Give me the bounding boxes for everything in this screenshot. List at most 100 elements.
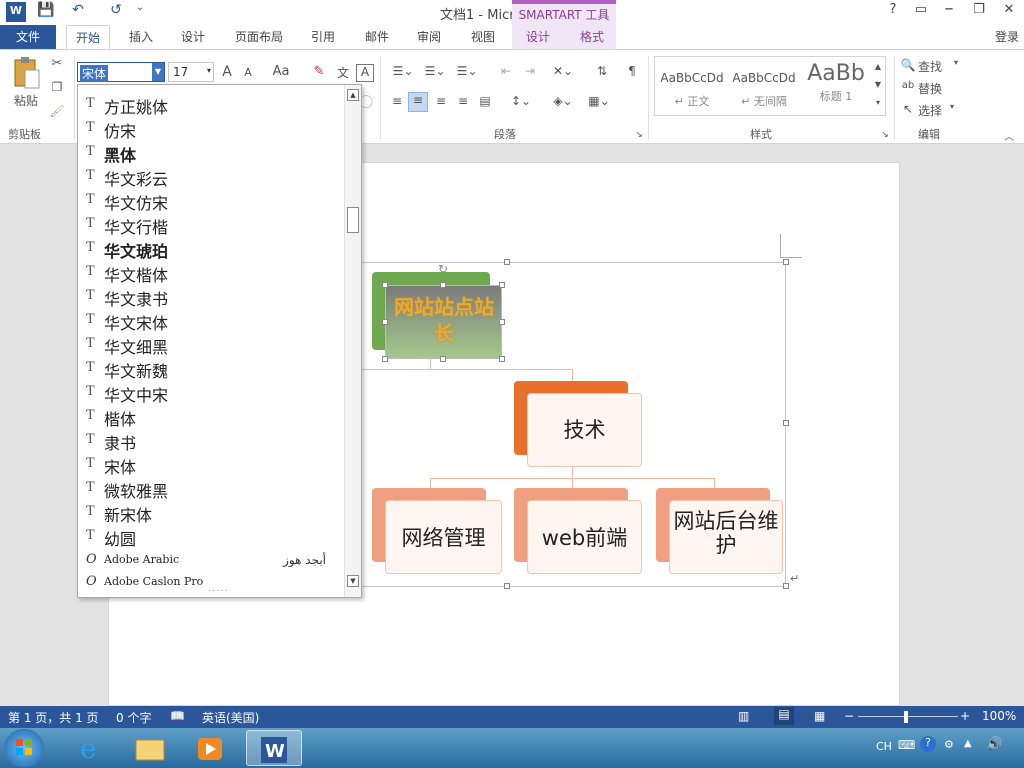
- minimize-button[interactable]: –: [936, 0, 962, 19]
- status-page[interactable]: 第 1 页，共 1 页: [8, 709, 99, 726]
- align-center-icon[interactable]: ≡: [408, 92, 428, 112]
- font-size-value[interactable]: 17: [173, 65, 188, 79]
- font-size-dropdown-icon[interactable]: ▾: [207, 66, 211, 75]
- grow-font-icon[interactable]: A: [218, 64, 236, 80]
- font-list-item[interactable]: T 方正姚体: [78, 93, 346, 117]
- replace-icon[interactable]: ab: [900, 80, 916, 91]
- print-layout-icon[interactable]: ▤: [774, 707, 794, 725]
- find-dropdown-icon[interactable]: ▾: [952, 58, 960, 67]
- justify-icon[interactable]: ≡: [454, 94, 472, 108]
- distribute-icon[interactable]: ▤: [476, 94, 494, 108]
- font-list-item[interactable]: T 华文新魏: [78, 357, 346, 381]
- font-list-item[interactable]: T 华文楷体: [78, 261, 346, 285]
- shrink-font-icon[interactable]: A: [240, 66, 256, 79]
- tray-help-icon[interactable]: ?: [920, 736, 936, 752]
- font-size-combo[interactable]: 17 ▾: [168, 62, 214, 82]
- collapse-ribbon-icon[interactable]: ︿: [1002, 128, 1016, 143]
- sort-icon[interactable]: ⇅: [592, 64, 612, 78]
- rotate-handle-icon[interactable]: ↻: [438, 262, 448, 276]
- font-list-item[interactable]: T 仿宋: [78, 117, 346, 141]
- phonetic-icon[interactable]: 文: [334, 64, 352, 81]
- style-heading1[interactable]: AaBb 标题 1: [800, 59, 872, 113]
- proofing-icon[interactable]: 📖: [170, 709, 185, 723]
- volume-icon[interactable]: 🔊: [986, 737, 1002, 752]
- start-button[interactable]: [4, 729, 44, 767]
- font-list-item[interactable]: T 华文彩云: [78, 165, 346, 189]
- select-icon[interactable]: ↖: [900, 102, 916, 116]
- line-spacing-icon[interactable]: ↕⌄: [506, 94, 536, 108]
- tab-references[interactable]: 引用: [302, 25, 344, 49]
- tab-home[interactable]: 开始: [66, 25, 110, 49]
- cut-icon[interactable]: ✂: [48, 56, 66, 71]
- scroll-up-icon[interactable]: ▲: [347, 89, 359, 101]
- shading-icon[interactable]: ◈⌄: [548, 94, 578, 108]
- char-border-icon[interactable]: A: [356, 64, 374, 82]
- read-mode-icon[interactable]: ▥: [738, 709, 749, 723]
- keyboard-icon[interactable]: ⌨: [898, 738, 915, 752]
- close-button[interactable]: ✕: [996, 2, 1022, 22]
- tab-smartart-design[interactable]: 设计: [516, 25, 560, 49]
- numbering-icon[interactable]: ☰⌄: [420, 64, 450, 78]
- borders-icon[interactable]: ▦⌄: [584, 94, 614, 108]
- help-button[interactable]: ?: [880, 2, 906, 22]
- tab-file[interactable]: 文件: [0, 25, 56, 49]
- scroll-thumb[interactable]: [347, 207, 359, 233]
- tab-insert[interactable]: 插入: [120, 25, 162, 49]
- font-list-item[interactable]: O Adobe Arabic أبجد هوز: [78, 549, 346, 573]
- status-language[interactable]: 英语(美国): [202, 709, 259, 726]
- font-list-item[interactable]: T 华文琥珀: [78, 237, 346, 261]
- clear-format-icon[interactable]: ✎: [310, 64, 328, 79]
- multilevel-list-icon[interactable]: ☰⌄: [452, 64, 482, 78]
- font-list-item[interactable]: T 华文行楷: [78, 213, 346, 237]
- restore-button[interactable]: ❐: [966, 2, 992, 22]
- font-dropdown-list[interactable]: T 方正姚体 T 仿宋 T 黑体 T 华文彩云 T 华文仿宋 T 华文行楷 T 华文琥珀 T 华文楷体 T 华文隶…: [77, 84, 362, 598]
- tab-mailings[interactable]: 邮件: [356, 25, 398, 49]
- zoom-slider[interactable]: [858, 716, 958, 717]
- zoom-in-button[interactable]: +: [960, 709, 970, 723]
- zoom-slider-thumb[interactable]: [904, 711, 908, 723]
- font-list-item[interactable]: T 华文宋体: [78, 309, 346, 333]
- font-list-item[interactable]: T 黑体: [78, 141, 346, 165]
- tray-settings-icon[interactable]: ⚙: [944, 738, 954, 751]
- smartart-node-b1-text[interactable]: 网络管理: [385, 522, 502, 552]
- font-list-item[interactable]: T 华文细黑: [78, 333, 346, 357]
- bullets-icon[interactable]: ☰⌄: [388, 64, 418, 78]
- replace-button[interactable]: 替换: [918, 80, 958, 97]
- select-dropdown-icon[interactable]: ▾: [948, 102, 956, 111]
- resize-grip-icon[interactable]: .....: [208, 583, 229, 594]
- font-list-item[interactable]: T 宋体: [78, 453, 346, 477]
- font-list-item[interactable]: T 隶书: [78, 429, 346, 453]
- smartart-node-mid-text[interactable]: 技术: [527, 414, 642, 444]
- tab-view[interactable]: 视图: [462, 25, 504, 49]
- paste-button[interactable]: 粘贴: [10, 92, 42, 109]
- scroll-down-icon[interactable]: ▼: [347, 575, 359, 587]
- zoom-level[interactable]: 100%: [982, 709, 1016, 723]
- show-marks-icon[interactable]: ¶: [622, 64, 642, 78]
- smartart-node-top-text[interactable]: 网站站点站长: [388, 294, 500, 346]
- change-case-icon[interactable]: Aa: [268, 64, 294, 79]
- font-list-item[interactable]: T 新宋体: [78, 501, 346, 525]
- find-icon[interactable]: 🔍: [900, 58, 916, 72]
- copy-icon[interactable]: ❐: [48, 80, 66, 94]
- font-list-item[interactable]: T 幼圆: [78, 525, 346, 549]
- login-link[interactable]: 登录: [990, 25, 1024, 49]
- decrease-indent-icon[interactable]: ⇤: [496, 64, 516, 78]
- tab-layout[interactable]: 页面布局: [226, 25, 292, 49]
- font-name-value[interactable]: 宋体: [80, 65, 109, 82]
- smartart-node-b2-text[interactable]: web前端: [527, 522, 642, 552]
- ribbon-display-button[interactable]: ▭: [908, 2, 934, 22]
- smartart-node-b3-text[interactable]: 网站后台维护: [669, 509, 783, 557]
- align-right-icon[interactable]: ≡: [432, 94, 450, 108]
- web-layout-icon[interactable]: ▦: [814, 709, 825, 723]
- tab-design[interactable]: 设计: [172, 25, 214, 49]
- chinese-layout-icon[interactable]: ✕⌄: [548, 64, 578, 78]
- styles-scroll-icon[interactable]: ▲ ▼ ▾: [872, 58, 884, 112]
- font-list-item[interactable]: T 楷体: [78, 405, 346, 429]
- styles-launcher-icon[interactable]: ↘: [880, 130, 890, 140]
- font-list-item[interactable]: T 华文仿宋: [78, 189, 346, 213]
- paste-icon[interactable]: [10, 56, 42, 92]
- align-left-icon[interactable]: ≡: [388, 94, 406, 108]
- increase-indent-icon[interactable]: ⇥: [520, 64, 540, 78]
- style-no-spacing[interactable]: AaBbCcDd ↵ 无间隔: [728, 59, 800, 113]
- font-name-combo[interactable]: 宋体 ▼: [77, 62, 165, 82]
